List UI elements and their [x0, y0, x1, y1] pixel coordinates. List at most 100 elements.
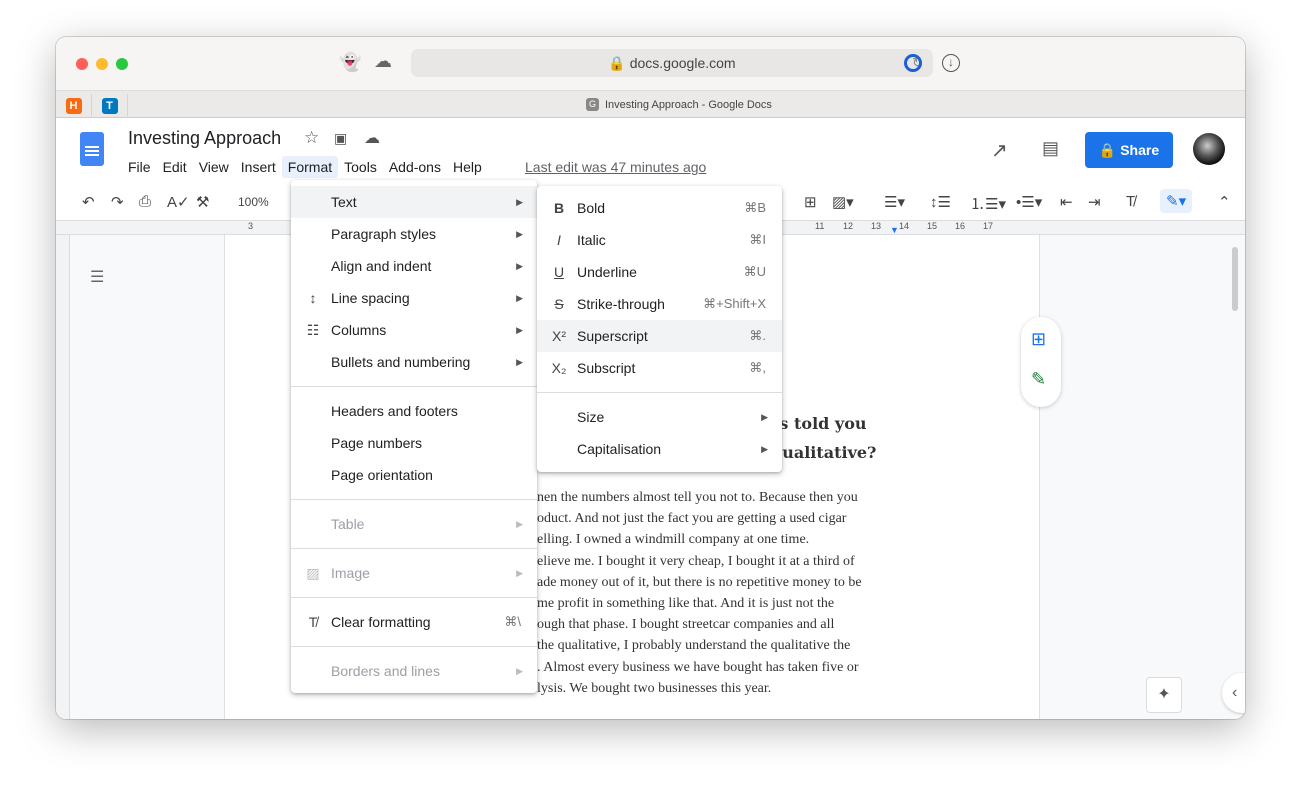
indent-marker[interactable]: ▼ [890, 225, 899, 235]
editing-mode-button[interactable]: ✎▾ [1160, 189, 1193, 213]
activity-trend-icon[interactable]: ↗ [991, 138, 1008, 163]
menu-item-line-spacing[interactable]: ↕ Line spacing ▶ [291, 282, 537, 314]
menu-item-label: Image [331, 565, 370, 581]
document-title[interactable]: Investing Approach [128, 128, 281, 149]
line-spacing-icon: ↕ [309, 290, 317, 306]
document-outline-icon[interactable]: ☰ [90, 267, 104, 287]
paint-format-icon[interactable]: ⚒ [196, 193, 209, 211]
menu-item-capitalisation[interactable]: Capitalisation ▶ [537, 433, 782, 465]
side-panel-toggle[interactable]: ‹ [1222, 673, 1245, 713]
menu-item-bullets-and-numbering[interactable]: Bullets and numbering ▶ [291, 346, 537, 378]
shortcut-label: ⌘\ [504, 614, 521, 629]
menu-item-bold[interactable]: B Bold ⌘B [537, 192, 782, 224]
menu-item-strike-through[interactable]: S Strike-through ⌘+Shift+X [537, 288, 782, 320]
menu-help[interactable]: Help [447, 156, 488, 178]
close-button[interactable] [76, 58, 88, 70]
avatar[interactable] [1193, 133, 1225, 165]
menu-item-headers-and-footers[interactable]: Headers and footers [291, 395, 537, 427]
pinned-tab-label: T [101, 98, 118, 114]
undo-icon[interactable]: ↶ [82, 193, 95, 211]
share-label: Share [1120, 142, 1160, 158]
menu-item-clear-formatting[interactable]: T̸ Clear formatting ⌘\ [291, 606, 537, 638]
share-button[interactable]: 🔒 Share [1085, 132, 1173, 168]
scrollbar[interactable] [1232, 247, 1238, 311]
insert-image-icon[interactable]: ▨▾ [832, 193, 854, 211]
menu-separator [537, 392, 782, 393]
menu-item-subscript[interactable]: X₂ Subscript ⌘, [537, 352, 782, 384]
menu-format[interactable]: Format [281, 156, 339, 178]
vertical-ruler[interactable] [56, 235, 70, 719]
comment-history-icon[interactable]: ▤ [1042, 138, 1059, 159]
add-comment-icon[interactable]: ⊞ [804, 193, 817, 211]
cloud-status-icon[interactable]: ☁ [364, 128, 380, 148]
menu-item-italic[interactable]: I Italic ⌘I [537, 224, 782, 256]
menu-addons[interactable]: Add-ons [383, 156, 447, 178]
lock-icon: 🔒 [1098, 142, 1117, 158]
ghost-extension-icon[interactable]: 👻 [339, 52, 361, 73]
minimize-button[interactable] [96, 58, 108, 70]
shortcut-label: ⌘. [749, 328, 766, 343]
menu-item-page-orientation[interactable]: Page orientation [291, 459, 537, 491]
menu-tools[interactable]: Tools [338, 156, 383, 178]
menu-item-label: Capitalisation [577, 441, 662, 457]
submenu-arrow-icon: ▶ [761, 412, 768, 422]
shortcut-label: ⌘I [749, 232, 766, 247]
tab-bar: H T G Investing Approach - Google Docs [56, 90, 1245, 118]
menu-item-page-numbers[interactable]: Page numbers [291, 427, 537, 459]
docs-logo-icon[interactable] [80, 132, 104, 166]
numbered-list-icon[interactable]: ⒈☰▾ [970, 193, 1006, 214]
submenu-arrow-icon: ▶ [516, 568, 523, 578]
menu-item-columns[interactable]: ☷ Columns ▶ [291, 314, 537, 346]
menu-edit[interactable]: Edit [157, 156, 193, 178]
pinned-tab-h[interactable]: H [56, 94, 92, 118]
bulleted-list-icon[interactable]: •☰▾ [1016, 193, 1042, 211]
align-icon[interactable]: ☰▾ [884, 193, 905, 211]
address-bar[interactable]: 🔒 docs.google.com ↻ [411, 49, 933, 77]
redo-icon[interactable]: ↷ [111, 193, 124, 211]
submenu-arrow-icon: ▶ [516, 357, 523, 367]
last-edit-link[interactable]: Last edit was 47 minutes ago [525, 159, 706, 175]
menu-view[interactable]: View [193, 156, 235, 178]
cloud-icon[interactable]: ☁ [374, 51, 392, 72]
menu-insert[interactable]: Insert [235, 156, 282, 178]
maximize-button[interactable] [116, 58, 128, 70]
add-comment-icon[interactable]: ⊞ [1031, 329, 1046, 350]
menu-item-label: Line spacing [331, 290, 410, 306]
menu-item-label: Align and indent [331, 258, 432, 274]
menu-item-underline[interactable]: U Underline ⌘U [537, 256, 782, 288]
explore-button[interactable]: ✦ [1146, 677, 1182, 713]
menu-separator [291, 597, 537, 598]
menu-item-superscript[interactable]: X² Superscript ⌘. [537, 320, 782, 352]
star-icon[interactable]: ☆ [304, 128, 319, 148]
clear-formatting-icon[interactable]: T̸ [1126, 193, 1135, 210]
password-manager-icon[interactable] [904, 54, 922, 72]
zoom-select[interactable]: 100% [238, 195, 269, 209]
menu-item-label: Superscript [577, 328, 648, 344]
active-tab[interactable]: G Investing Approach - Google Docs [586, 98, 772, 111]
menu-item-label: Paragraph styles [331, 226, 437, 242]
italic-icon: I [557, 232, 561, 248]
shortcut-label: ⌘, [749, 360, 766, 375]
suggest-edit-icon[interactable]: ✎ [1031, 369, 1046, 390]
increase-indent-icon[interactable]: ⇥ [1088, 193, 1101, 211]
superscript-icon: X² [552, 328, 566, 344]
menu-file[interactable]: File [122, 156, 157, 178]
print-icon[interactable]: ⎙ [139, 193, 151, 210]
text-submenu: B Bold ⌘B I Italic ⌘I U Underline ⌘U S Strike-thro… [537, 186, 782, 472]
menu-item-label: Columns [331, 322, 387, 338]
ruler-tick: 16 [955, 221, 966, 231]
collapse-icon[interactable]: ⌃ [1218, 193, 1231, 211]
line-spacing-icon[interactable]: ↕☰ [930, 193, 951, 211]
shortcut-label: ⌘+Shift+X [703, 296, 766, 311]
decrease-indent-icon[interactable]: ⇤ [1060, 193, 1073, 211]
download-icon[interactable]: ↓ [942, 54, 960, 72]
menu-item-text[interactable]: Text ▶ [291, 186, 537, 218]
menu-item-size[interactable]: Size ▶ [537, 401, 782, 433]
pinned-tab-trello[interactable]: T [92, 94, 128, 118]
menu-item-align-and-indent[interactable]: Align and indent ▶ [291, 250, 537, 282]
menu-item-paragraph-styles[interactable]: Paragraph styles ▶ [291, 218, 537, 250]
spellcheck-icon[interactable]: A✓ [167, 193, 190, 211]
move-folder-icon[interactable]: ▣ [334, 130, 347, 147]
menu-separator [291, 386, 537, 387]
ruler-tick: 12 [843, 221, 854, 231]
